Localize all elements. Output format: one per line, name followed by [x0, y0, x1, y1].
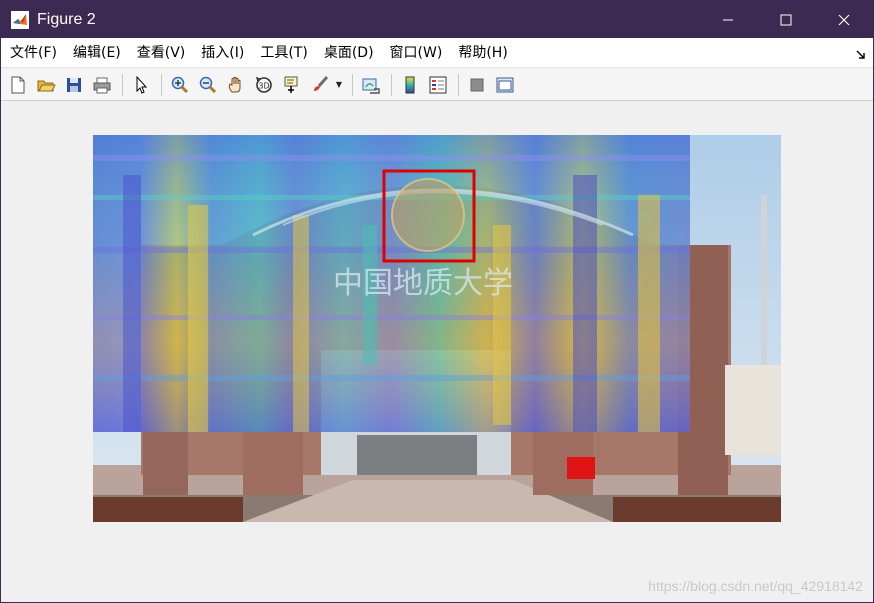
legend-icon[interactable] [425, 72, 451, 98]
matlab-logo-icon [11, 10, 29, 29]
menu-bar: 文件(F) 编辑(E) 查看(V) 插入(I) 工具(T) 桌面(D) 窗口(W… [1, 38, 873, 68]
menu-edit[interactable]: 编辑(E) [65, 38, 129, 68]
zoom-out-icon[interactable] [195, 72, 221, 98]
menu-tools[interactable]: 工具(T) [252, 38, 315, 68]
menu-insert[interactable]: 插入(I) [193, 38, 252, 68]
dock-arrow-icon[interactable] [855, 46, 867, 59]
select-arrow-icon[interactable] [128, 72, 154, 98]
window-title: Figure 2 [37, 10, 96, 28]
menu-window[interactable]: 窗口(W) [382, 38, 451, 68]
colorbar-icon[interactable] [397, 72, 423, 98]
minimize-button[interactable] [699, 1, 757, 38]
open-file-icon[interactable] [33, 72, 59, 98]
maximize-button[interactable] [757, 1, 815, 38]
sign-text: 中国地质大学 [333, 266, 513, 301]
data-cursor-icon[interactable] [279, 72, 305, 98]
zoom-in-icon[interactable] [167, 72, 193, 98]
minimize-icon [723, 19, 733, 20]
toolbar-separator [352, 73, 353, 96]
toolbar-separator [458, 73, 459, 96]
overlay-image[interactable]: 中国地质大学 [93, 135, 781, 522]
heatmap-overlay-graphic: 中国地质大学 [93, 135, 781, 522]
figure-window: Figure 2 文件(F) 编辑(E) 查看(V) 插入(I) 工具(T) 桌… [0, 0, 874, 603]
close-icon [838, 14, 850, 25]
link-plot-icon[interactable] [358, 72, 384, 98]
brush-dropdown-icon[interactable]: ▼ [335, 72, 343, 98]
brush-icon[interactable] [307, 72, 333, 98]
menu-help[interactable]: 帮助(H) [450, 38, 515, 68]
new-figure-icon[interactable] [5, 72, 31, 98]
menu-view[interactable]: 查看(V) [129, 38, 194, 68]
save-icon[interactable] [61, 72, 87, 98]
toolbar-separator [122, 73, 123, 96]
watermark: https://blog.csdn.net/qq_42918142 [648, 578, 863, 594]
hide-plot-tools-icon[interactable] [464, 72, 490, 98]
title-bar[interactable]: Figure 2 [1, 1, 873, 38]
menu-file[interactable]: 文件(F) [1, 38, 65, 68]
svg-text:3D: 3D [258, 81, 269, 90]
figure-toolbar: 3D ▼ [1, 69, 873, 101]
print-icon[interactable] [89, 72, 115, 98]
window-controls [699, 1, 873, 38]
toolbar-separator [161, 73, 162, 96]
show-plot-tools-icon[interactable] [492, 72, 518, 98]
close-button[interactable] [815, 1, 873, 38]
maximize-icon [780, 14, 792, 25]
pan-hand-icon[interactable] [223, 72, 249, 98]
toolbar-separator [391, 73, 392, 96]
figure-canvas: 中国地质大学 https://blog.csdn.net/qq_42918142 [1, 102, 873, 602]
menu-desktop[interactable]: 桌面(D) [316, 38, 382, 68]
rotate-3d-icon[interactable]: 3D [251, 72, 277, 98]
